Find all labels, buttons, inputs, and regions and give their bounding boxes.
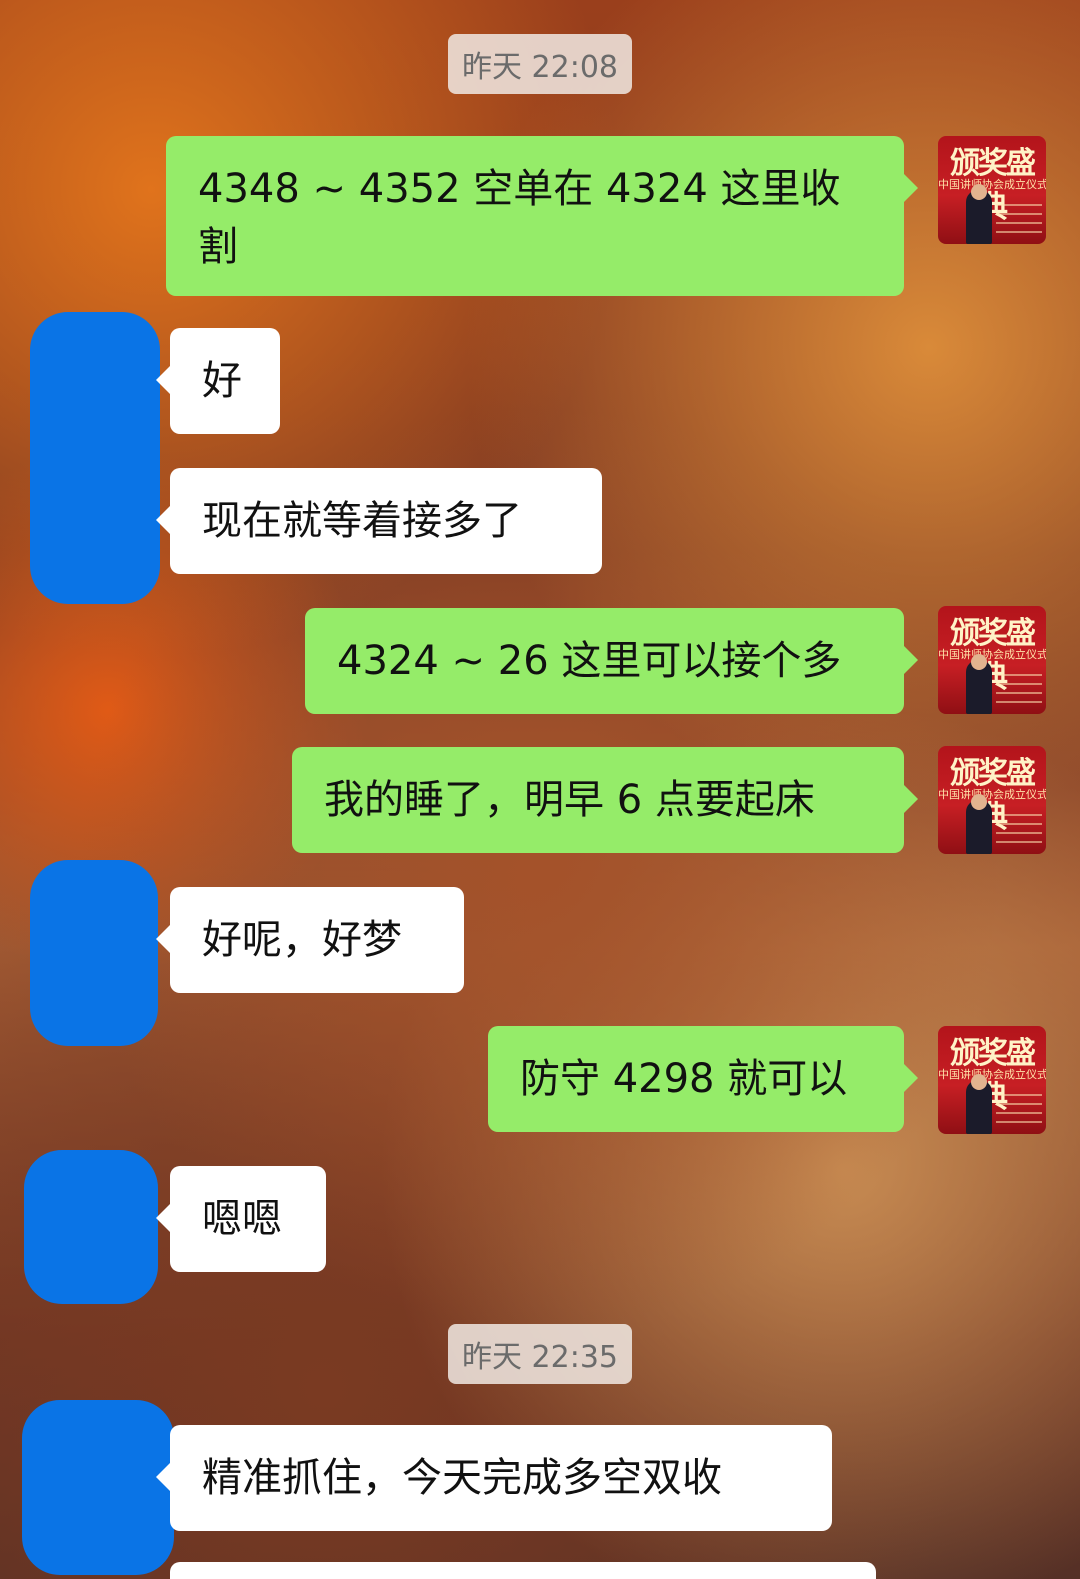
contact-avatar-redacted[interactable] — [22, 1400, 174, 1575]
message-bubble-incoming[interactable]: 嗯嗯 — [156, 1166, 326, 1272]
message-bubble-incoming[interactable]: 好呢，好梦 — [156, 887, 464, 993]
avatar-text-rows — [996, 674, 1042, 704]
avatar-subtitle-text: 中国讲师协会成立仪式 — [938, 1068, 1046, 1081]
self-avatar[interactable]: 颁奖盛典 中国讲师协会成立仪式 — [938, 136, 1046, 244]
message-bubble-outgoing[interactable]: 4324 ~ 26 这里可以接个多 — [305, 608, 918, 714]
avatar-text-rows — [996, 204, 1042, 234]
self-avatar[interactable]: 颁奖盛典 中国讲师协会成立仪式 — [938, 606, 1046, 714]
message-bubble-incoming[interactable]: 精准抓住，今天完成多空双收 — [156, 1425, 832, 1531]
message-bubble-partial[interactable] — [170, 1562, 876, 1579]
avatar-person-head — [971, 1074, 987, 1090]
self-avatar[interactable]: 颁奖盛典 中国讲师协会成立仪式 — [938, 746, 1046, 854]
avatar-person-head — [971, 184, 987, 200]
avatar-subtitle-text: 中国讲师协会成立仪式 — [938, 178, 1046, 191]
contact-avatar-redacted[interactable] — [30, 312, 160, 604]
avatar-text-rows — [996, 814, 1042, 844]
avatar-text-rows — [996, 1094, 1042, 1124]
message-bubble-incoming[interactable]: 好 — [156, 328, 280, 434]
self-avatar[interactable]: 颁奖盛典 中国讲师协会成立仪式 — [938, 1026, 1046, 1134]
contact-avatar-redacted[interactable] — [30, 860, 158, 1046]
timestamp: 昨天 22:08 — [448, 34, 632, 94]
avatar-person-head — [971, 794, 987, 810]
avatar-subtitle-text: 中国讲师协会成立仪式 — [938, 788, 1046, 801]
message-bubble-outgoing[interactable]: 防守 4298 就可以 — [488, 1026, 918, 1132]
message-bubble-incoming[interactable]: 现在就等着接多了 — [156, 468, 602, 574]
timestamp: 昨天 22:35 — [448, 1324, 632, 1384]
avatar-person-head — [971, 654, 987, 670]
chat-screen: 昨天 22:08 4348 ~ 4352 空单在 4324 这里收割 颁奖盛典 … — [0, 0, 1080, 1579]
message-bubble-outgoing[interactable]: 我的睡了，明早 6 点要起床 — [292, 747, 918, 853]
contact-avatar-redacted[interactable] — [24, 1150, 158, 1304]
message-bubble-outgoing[interactable]: 4348 ~ 4352 空单在 4324 这里收割 — [166, 136, 918, 296]
avatar-subtitle-text: 中国讲师协会成立仪式 — [938, 648, 1046, 661]
